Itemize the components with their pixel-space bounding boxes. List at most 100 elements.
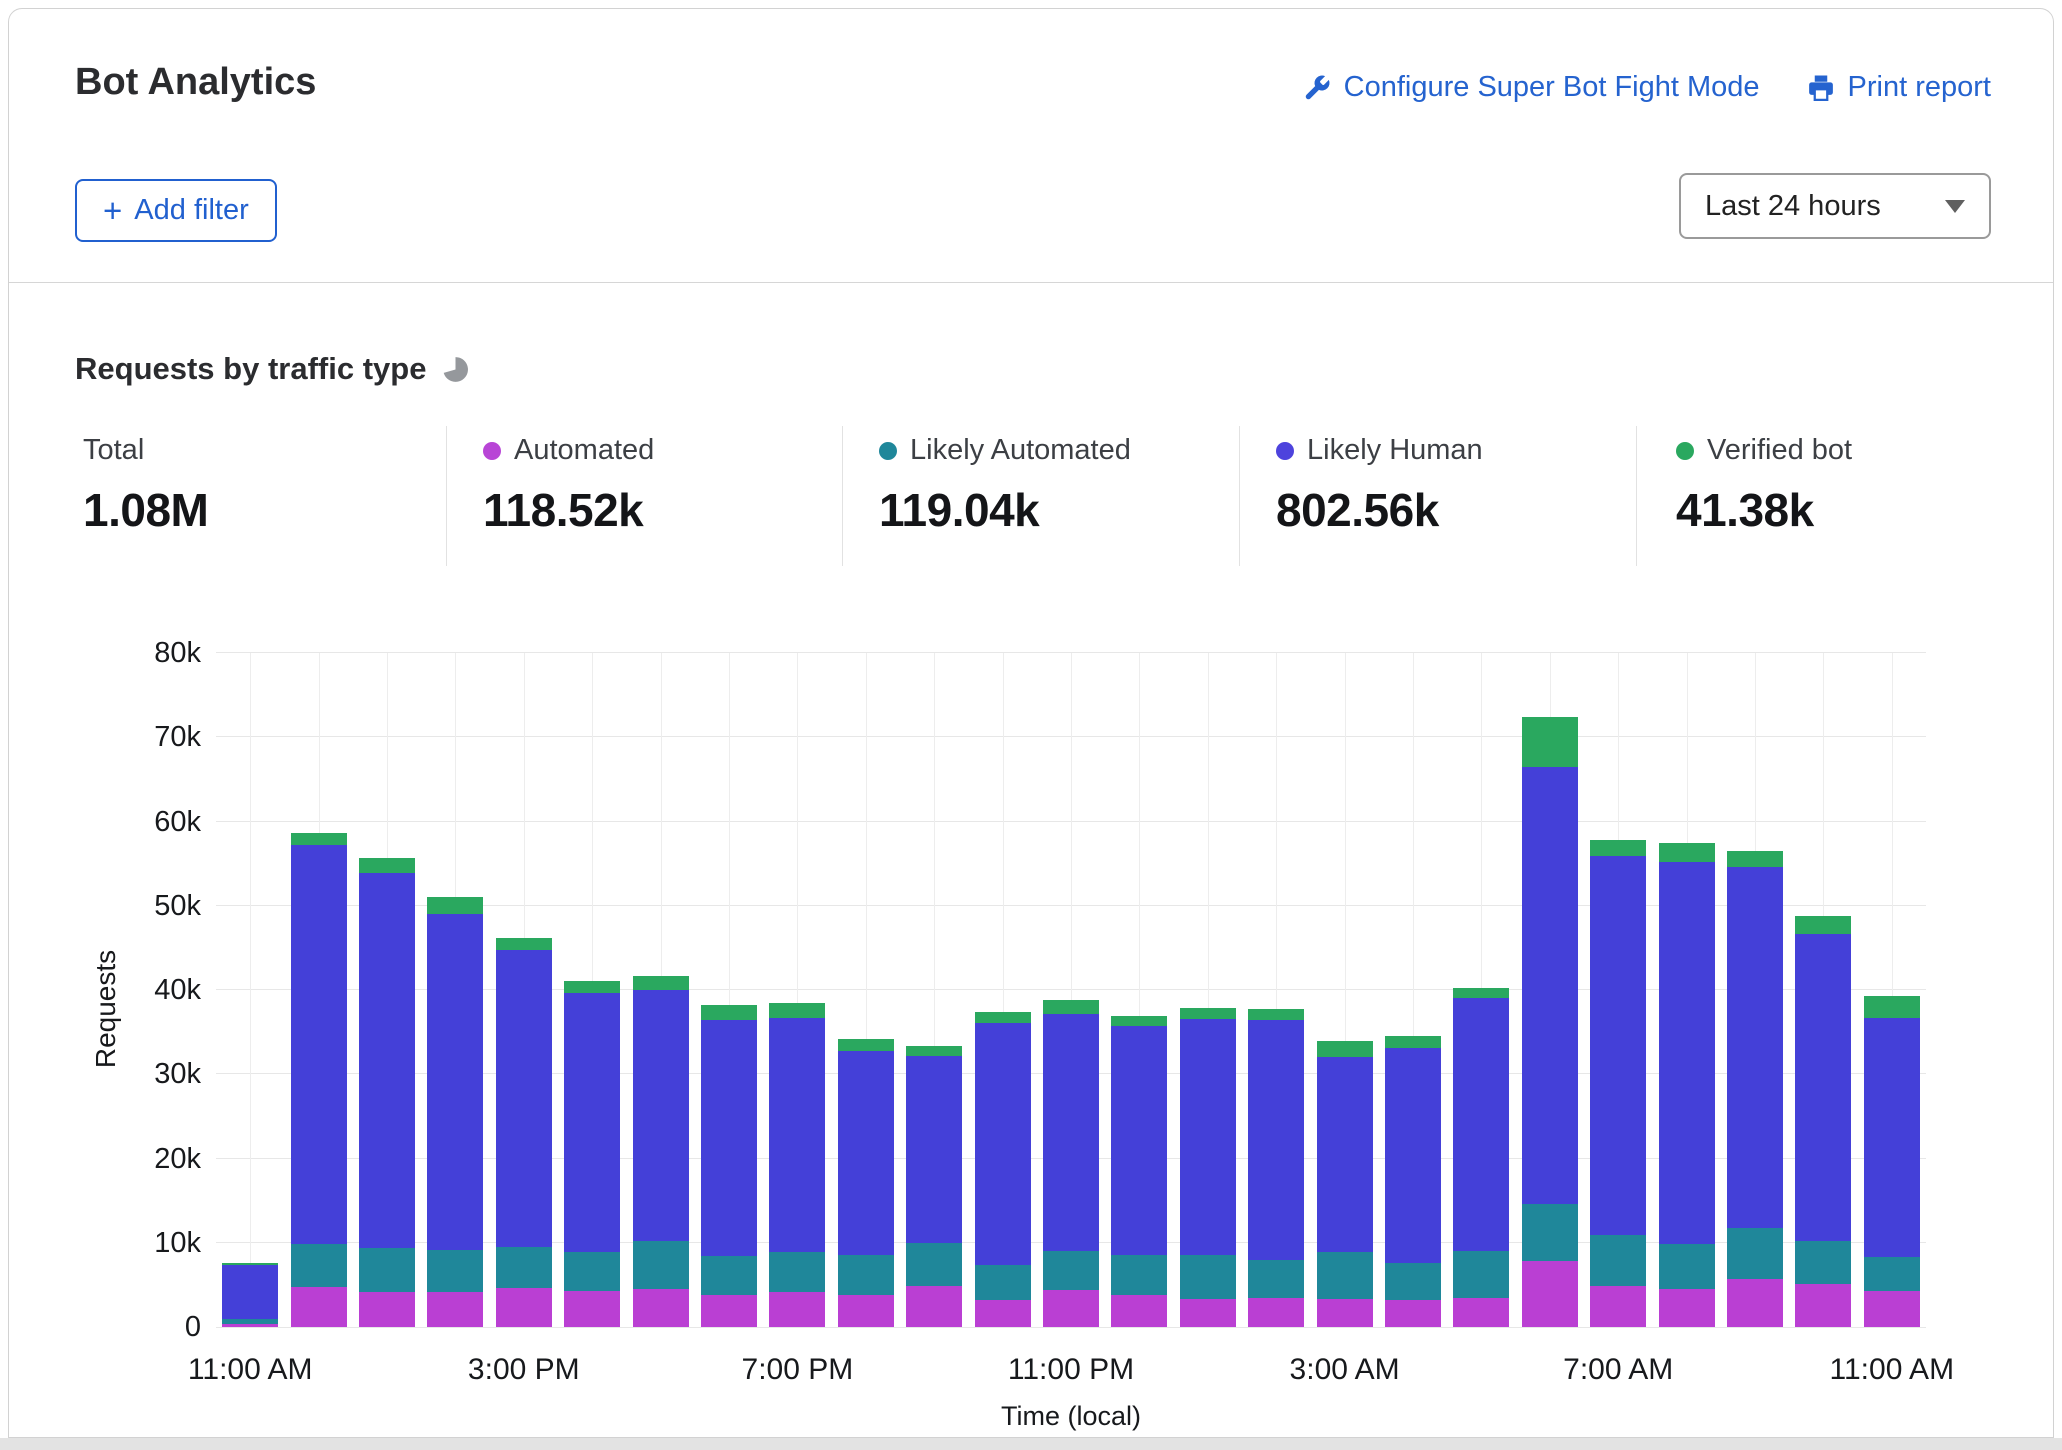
- plot-area: [216, 653, 1926, 1327]
- hour-slot: [1447, 653, 1515, 1327]
- stacked-bar-2:00 AM[interactable]: [1248, 1009, 1304, 1327]
- hour-slot: [1379, 653, 1447, 1327]
- stacked-bar-3:00 PM[interactable]: [496, 938, 552, 1327]
- segment-verified-bot: [1180, 1008, 1236, 1019]
- print-link-label: Print report: [1848, 71, 1991, 104]
- segment-verified-bot: [1522, 717, 1578, 767]
- stacked-bar-10:00 PM[interactable]: [975, 1012, 1031, 1327]
- stat-automated[interactable]: Automated 118.52k: [483, 434, 654, 537]
- stat-total-label: Total: [83, 434, 208, 467]
- segment-likely-automated: [1317, 1252, 1373, 1299]
- stat-divider: [1239, 426, 1240, 566]
- x-tick-label: 11:00 AM: [1830, 1353, 1955, 1387]
- hour-slot: [558, 653, 626, 1327]
- stacked-bar-4:00 AM[interactable]: [1385, 1036, 1441, 1327]
- print-report-link[interactable]: Print report: [1806, 71, 1991, 104]
- segment-verified-bot: [1590, 840, 1646, 856]
- stacked-bar-5:00 PM[interactable]: [633, 976, 689, 1327]
- hour-slot: [968, 653, 1036, 1327]
- chevron-down-icon: [1945, 200, 1965, 213]
- stacked-bar-9:00 AM[interactable]: [1727, 851, 1783, 1327]
- printer-icon: [1806, 73, 1836, 103]
- segment-verified-bot: [359, 858, 415, 873]
- stacked-bar-11:00 AM[interactable]: [222, 1263, 278, 1327]
- hour-slot: [1721, 653, 1789, 1327]
- stacked-bar-7:00 AM[interactable]: [1590, 840, 1646, 1327]
- hour-slot: [1037, 653, 1105, 1327]
- segment-likely-automated: [1522, 1204, 1578, 1261]
- add-filter-button[interactable]: + Add filter: [75, 179, 277, 242]
- stacked-bar-10:00 AM[interactable]: [1795, 916, 1851, 1327]
- stacked-bar-6:00 PM[interactable]: [701, 1005, 757, 1327]
- segment-automated: [1043, 1290, 1099, 1327]
- stats-row: Total 1.08M Automated 118.52k Likely Aut…: [9, 426, 2053, 572]
- stat-total-value: 1.08M: [83, 483, 208, 537]
- segment-verified-bot: [1864, 996, 1920, 1018]
- likely-automated-legend-dot: [879, 442, 897, 460]
- time-range-value: Last 24 hours: [1705, 190, 1881, 223]
- stacked-bar-1:00 AM[interactable]: [1180, 1008, 1236, 1327]
- y-tick-label: 50k: [9, 891, 201, 921]
- segment-verified-bot: [1795, 916, 1851, 934]
- segment-likely-human: [1864, 1018, 1920, 1257]
- segment-verified-bot: [564, 981, 620, 993]
- hour-slot: [284, 653, 352, 1327]
- segment-automated: [1453, 1298, 1509, 1327]
- hour-slot: [626, 653, 694, 1327]
- segment-likely-automated: [291, 1244, 347, 1287]
- segment-automated: [1659, 1289, 1715, 1327]
- segment-likely-human: [1111, 1026, 1167, 1254]
- stacked-bar-4:00 PM[interactable]: [564, 981, 620, 1327]
- stat-verified-bot-label: Verified bot: [1676, 434, 1852, 467]
- segment-likely-automated: [701, 1256, 757, 1295]
- segment-automated: [1864, 1291, 1920, 1327]
- stacked-bar-12:00 PM[interactable]: [291, 833, 347, 1327]
- stacked-bar-8:00 AM[interactable]: [1659, 843, 1715, 1327]
- time-range-select[interactable]: Last 24 hours: [1679, 173, 1991, 239]
- hour-slot: [1584, 653, 1652, 1327]
- segment-likely-human: [1795, 934, 1851, 1242]
- segment-automated: [906, 1286, 962, 1327]
- stacked-bar-11:00 AM[interactable]: [1864, 996, 1920, 1327]
- x-tick-label: 7:00 AM: [1563, 1353, 1673, 1387]
- page-title: Bot Analytics: [75, 61, 316, 104]
- stacked-bar-3:00 AM[interactable]: [1317, 1041, 1373, 1327]
- segment-likely-automated: [1043, 1251, 1099, 1290]
- stat-verified-bot[interactable]: Verified bot 41.38k: [1676, 434, 1852, 537]
- hour-slot: [1174, 653, 1242, 1327]
- segment-automated: [427, 1292, 483, 1327]
- segment-likely-automated: [1453, 1251, 1509, 1297]
- segment-likely-automated: [496, 1247, 552, 1288]
- header-divider: [9, 282, 2053, 283]
- pie-chart-icon[interactable]: [442, 356, 469, 383]
- stacked-bar-1:00 PM[interactable]: [359, 858, 415, 1327]
- stat-verified-bot-value: 41.38k: [1676, 483, 1852, 537]
- segment-likely-automated: [769, 1252, 825, 1292]
- stacked-bar-6:00 AM[interactable]: [1522, 717, 1578, 1327]
- stat-automated-value: 118.52k: [483, 483, 654, 537]
- stacked-bar-2:00 PM[interactable]: [427, 897, 483, 1327]
- stacked-bar-8:00 PM[interactable]: [838, 1039, 894, 1327]
- hour-slot: [1652, 653, 1720, 1327]
- segment-likely-automated: [906, 1243, 962, 1286]
- segment-likely-automated: [1795, 1241, 1851, 1284]
- verified-bot-legend-dot: [1676, 442, 1694, 460]
- stat-divider: [446, 426, 447, 566]
- segment-verified-bot: [291, 833, 347, 845]
- stacked-bar-5:00 AM[interactable]: [1453, 988, 1509, 1328]
- stacked-bar-7:00 PM[interactable]: [769, 1003, 825, 1327]
- stacked-bar-9:00 PM[interactable]: [906, 1046, 962, 1327]
- stat-likely-automated[interactable]: Likely Automated 119.04k: [879, 434, 1131, 537]
- stacked-bar-12:00 AM[interactable]: [1111, 1016, 1167, 1327]
- segment-verified-bot: [975, 1012, 1031, 1023]
- configure-super-bot-fight-mode-link[interactable]: Configure Super Bot Fight Mode: [1302, 71, 1760, 104]
- stat-likely-automated-label: Likely Automated: [879, 434, 1131, 467]
- stacked-bar-11:00 PM[interactable]: [1043, 1000, 1099, 1327]
- stat-automated-label: Automated: [483, 434, 654, 467]
- segment-automated: [1385, 1300, 1441, 1327]
- segment-verified-bot: [1659, 843, 1715, 862]
- segment-likely-automated: [1659, 1244, 1715, 1289]
- stat-likely-human[interactable]: Likely Human 802.56k: [1276, 434, 1483, 537]
- y-tick-label: 0: [9, 1312, 201, 1342]
- segment-verified-bot: [1727, 851, 1783, 867]
